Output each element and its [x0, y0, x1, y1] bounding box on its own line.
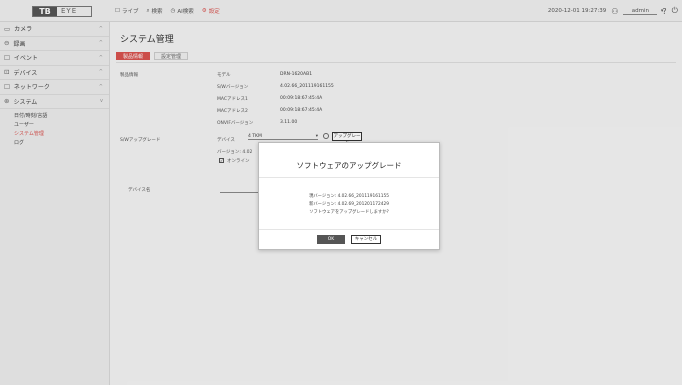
new-version: 新バージョン: 4.02.69_201201172429: [309, 202, 389, 207]
upgrade-dialog: ソフトウェアのアップグレード 現バージョン: 4.02.66_201119161…: [258, 142, 440, 250]
confirm-question: ソフトウェアをアップグレードしますか?: [309, 210, 389, 215]
cancel-button[interactable]: キャンセル: [351, 235, 381, 244]
ok-button[interactable]: OK: [317, 235, 345, 244]
dialog-title: ソフトウェアのアップグレード: [296, 161, 402, 170]
divider: [259, 177, 439, 178]
current-version: 現バージョン: 4.02.66_201119161155: [309, 194, 389, 199]
divider: [259, 229, 439, 230]
